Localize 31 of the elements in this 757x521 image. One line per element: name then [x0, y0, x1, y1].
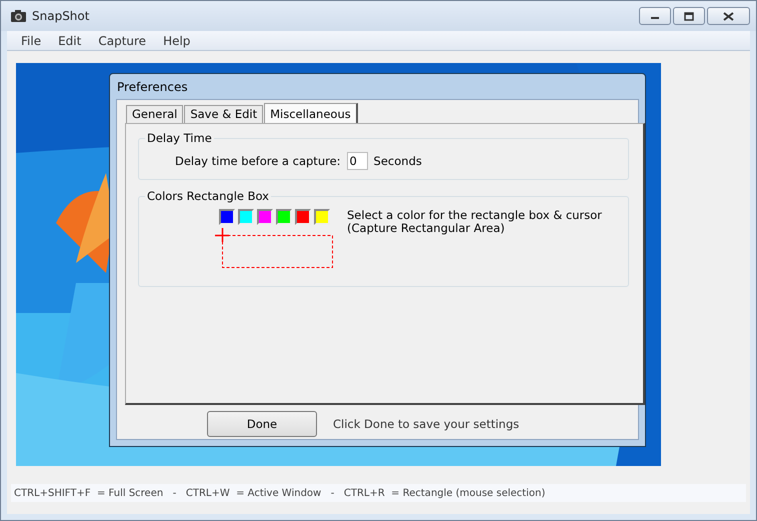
maximize-button[interactable] — [673, 7, 705, 25]
maximize-icon — [684, 12, 694, 20]
window-title: SnapShot — [32, 9, 90, 23]
done-button[interactable]: Done — [207, 411, 317, 437]
menu-item[interactable]: File — [13, 34, 50, 48]
done-hint: Click Done to save your settings — [333, 417, 520, 431]
tab[interactable]: General — [126, 105, 184, 123]
minimize-button[interactable] — [639, 7, 671, 25]
color-swatch[interactable] — [219, 209, 235, 225]
close-icon — [723, 12, 734, 20]
color-swatch[interactable] — [276, 209, 292, 225]
menu-item[interactable]: Capture — [90, 34, 156, 48]
dialog-title: Preferences — [117, 80, 188, 94]
group-title: Colors Rectangle Box — [145, 189, 271, 203]
color-swatch[interactable] — [257, 209, 273, 225]
color-swatch[interactable] — [314, 209, 330, 225]
group-title: Delay Time — [145, 131, 214, 145]
tab[interactable]: Save & Edit — [184, 105, 264, 123]
close-button[interactable] — [707, 7, 750, 25]
hint-text: (Capture Rectangular Area) — [347, 222, 505, 235]
menu-item[interactable]: Help — [155, 34, 200, 48]
color-swatch[interactable] — [295, 209, 311, 225]
hint-text: Select a color for the rectangle box & cursor — [347, 209, 602, 222]
menu-item[interactable]: Edit — [50, 34, 90, 48]
delay-label: Delay time before a capture: — [175, 154, 341, 168]
delay-input[interactable]: 0 — [346, 152, 368, 170]
camera-icon — [10, 9, 27, 23]
color-swatch[interactable] — [238, 209, 254, 225]
status-bar: CTRL+SHIFT+F = Full Screen - CTRL+W = Active Window - CTRL+R = Rectangle (mouse selection) — [11, 484, 746, 502]
tab[interactable]: Miscellaneous — [264, 103, 358, 123]
unit-label: Seconds — [374, 154, 422, 168]
